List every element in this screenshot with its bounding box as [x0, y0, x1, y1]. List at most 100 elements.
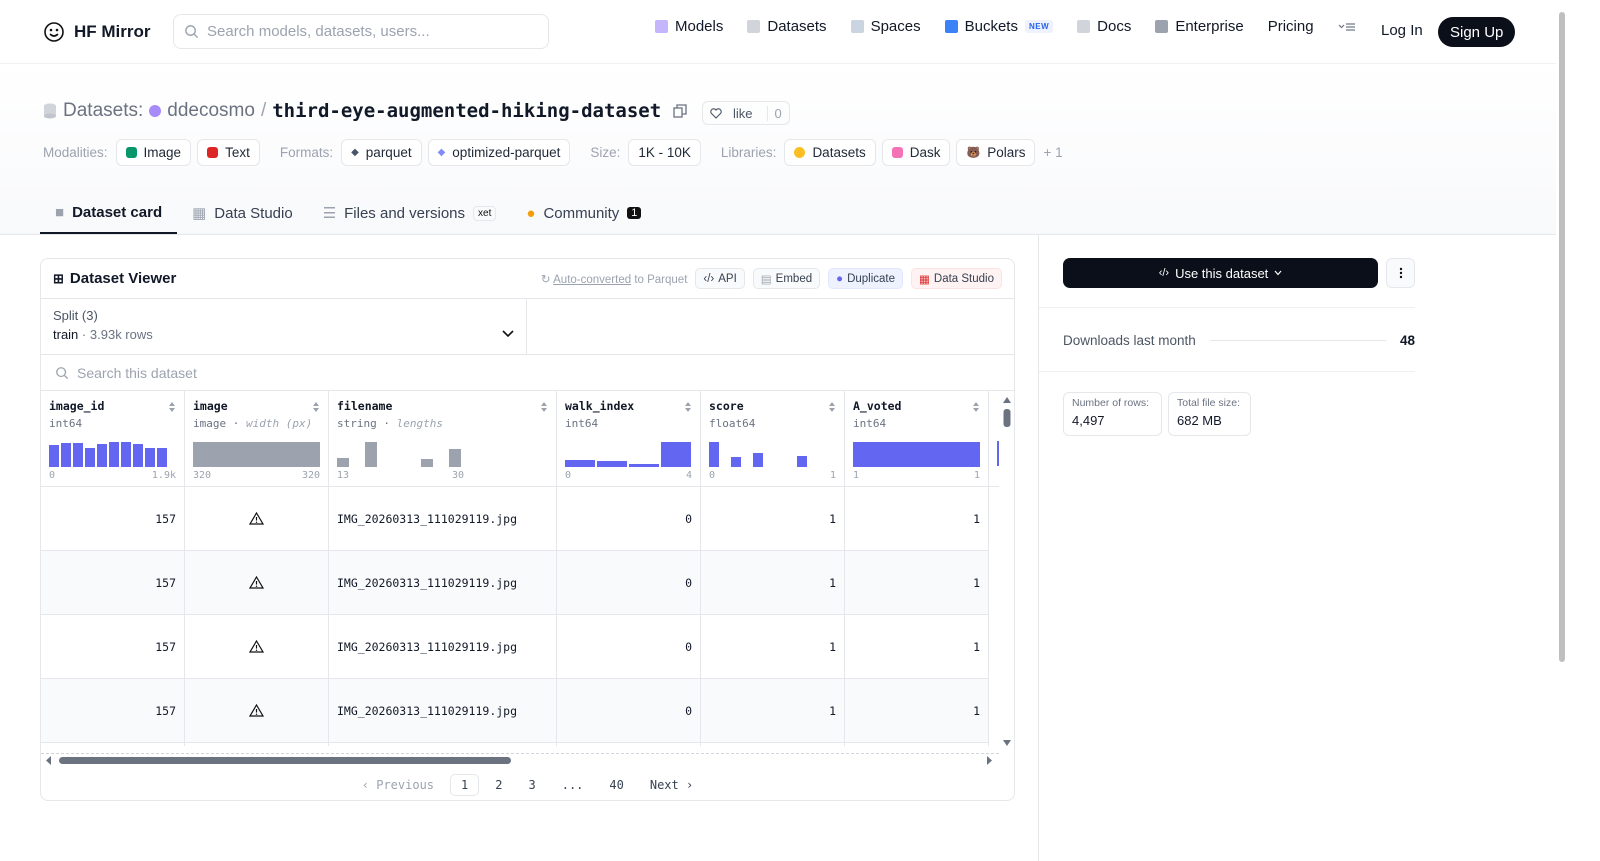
owner-link[interactable]: ddecosmo — [167, 100, 255, 122]
cell-score[interactable]: 1 — [701, 487, 844, 551]
nav-more-menu[interactable] — [1338, 21, 1356, 33]
split-select[interactable]: Split (3) train · 3.93k rows — [41, 299, 527, 354]
sort-icon[interactable] — [828, 401, 836, 413]
sort-icon[interactable] — [168, 401, 176, 413]
cell-a_voted[interactable]: 1 — [845, 551, 988, 615]
cell-walk_index[interactable]: 0 — [557, 551, 700, 615]
like-button[interactable]: like 0 — [702, 101, 790, 125]
tag-polars[interactable]: 🐻 Polars — [956, 139, 1036, 166]
files-icon: ☰ — [322, 205, 337, 222]
horizontal-scrollbar[interactable] — [41, 753, 999, 767]
tag-dask[interactable]: Dask — [881, 139, 951, 166]
dataset-icon — [44, 103, 56, 119]
prev-page-button[interactable]: ‹ Previous — [352, 775, 444, 795]
cell-image[interactable] — [185, 615, 328, 679]
nav-pricing[interactable]: Pricing — [1268, 18, 1314, 35]
tag-parquet[interactable]: ◆ parquet — [341, 139, 422, 166]
cell-score[interactable]: 1 — [701, 615, 844, 679]
tag-datasets-lib[interactable]: Datasets — [784, 139, 876, 166]
more-options-button[interactable] — [1386, 258, 1415, 288]
tag-datasets-lib-label: Datasets — [812, 145, 866, 160]
hf-emoji-icon — [794, 147, 806, 158]
global-search[interactable] — [173, 14, 549, 49]
next-page-button[interactable]: Next › — [640, 775, 703, 795]
cell-a_voted[interactable]: 1 — [845, 615, 988, 679]
cell-walk_index[interactable]: 0 — [557, 487, 700, 551]
tab-community[interactable]: ● Community 1 — [511, 192, 656, 234]
dataset-name[interactable]: third-eye-augmented-hiking-dataset — [272, 100, 661, 122]
data-studio-button[interactable]: ▦ Data Studio — [911, 268, 1002, 289]
sort-icon[interactable] — [540, 401, 548, 413]
cell-image_id[interactable]: 157 — [41, 551, 184, 615]
page-scroll-thumb[interactable] — [1559, 12, 1565, 662]
cell-filename[interactable]: IMG_20260313_111029119.jpg — [329, 551, 556, 615]
tab-data-studio[interactable]: ▦ Data Studio — [177, 192, 308, 234]
signup-button[interactable]: Sign Up — [1438, 17, 1516, 47]
column-header[interactable]: filename string · lengths 13 30 — [329, 391, 556, 487]
global-search-input[interactable] — [207, 23, 527, 40]
title-prefix[interactable]: Datasets: — [63, 100, 143, 122]
nav-spaces[interactable]: Spaces — [850, 18, 921, 35]
tag-text-label: Text — [225, 145, 250, 160]
column-header[interactable]: image image · width (px) 320 320 — [185, 391, 328, 487]
vertical-scrollbar[interactable] — [999, 391, 1014, 749]
nav-models-label: Models — [675, 18, 724, 35]
nav-docs[interactable]: Docs — [1077, 18, 1131, 35]
tag-text[interactable]: Text — [197, 139, 260, 166]
sort-icon[interactable] — [972, 401, 980, 413]
cell-score[interactable]: 1 — [701, 551, 844, 615]
cell-score[interactable]: 1 — [701, 679, 844, 743]
scroll-thumb[interactable] — [59, 757, 511, 764]
api-button[interactable]: ‹/› API — [695, 268, 745, 289]
pagination: ‹ Previous 1 2 3 ... 40 Next › — [41, 768, 1014, 800]
cell-image[interactable] — [185, 679, 328, 743]
nav-buckets[interactable]: Buckets NEW — [944, 18, 1054, 35]
tab-dataset-card-label: Dataset card — [72, 203, 163, 221]
embed-button[interactable]: ▤ Embed — [752, 268, 821, 289]
cell-image[interactable] — [185, 487, 328, 551]
cell-image_id[interactable]: 157 — [41, 615, 184, 679]
page-1[interactable]: 1 — [450, 774, 480, 796]
tag-image[interactable]: Image — [115, 139, 192, 166]
cell-a_voted[interactable]: 1 — [845, 487, 988, 551]
sort-icon[interactable] — [684, 401, 692, 413]
libraries-more[interactable]: + 1 — [1043, 145, 1062, 160]
cell-image_id[interactable]: 157 — [41, 487, 184, 551]
tag-optimized-parquet[interactable]: ◆ optimized-parquet — [427, 139, 571, 166]
owner-avatar[interactable] — [149, 105, 162, 117]
login-link[interactable]: Log In — [1381, 22, 1423, 39]
cell-image[interactable] — [185, 551, 328, 615]
cell-walk_index[interactable]: 0 — [557, 615, 700, 679]
tab-files-and-versions[interactable]: ☰ Files and versions xet — [308, 192, 512, 234]
page-3[interactable]: 3 — [518, 775, 545, 795]
cell-walk_index[interactable]: 0 — [557, 679, 700, 743]
dataset-search[interactable]: Search this dataset — [41, 355, 1014, 391]
nav-enterprise[interactable]: Enterprise — [1155, 18, 1244, 35]
nav-datasets[interactable]: Datasets — [747, 18, 827, 35]
duplicate-button[interactable]: ● Duplicate — [828, 268, 904, 289]
nav-models[interactable]: Models — [655, 18, 723, 35]
modalities-label: Modalities: — [43, 145, 108, 160]
page-40[interactable]: 40 — [599, 775, 633, 795]
auto-converted-link[interactable]: ↻ Auto-converted to Parquet — [541, 272, 687, 286]
column-header[interactable]: A_voted int64 1 1 — [845, 391, 988, 487]
column-type: float64 — [709, 417, 756, 430]
tab-dataset-card[interactable]: ■ Dataset card — [40, 192, 178, 234]
column-header[interactable]: walk_index int64 0 4 — [557, 391, 700, 487]
sort-icon[interactable] — [312, 401, 320, 413]
page-scrollbar[interactable] — [1556, 0, 1568, 861]
column-header[interactable]: score float64 0 1 — [701, 391, 844, 487]
cell-a_voted[interactable]: 1 — [845, 679, 988, 743]
cell-image_id[interactable]: 157 — [41, 679, 184, 743]
tag-size[interactable]: 1K - 10K — [628, 139, 701, 166]
column-header[interactable]: image_id int64 0 1.9k — [41, 391, 184, 487]
cell-filename[interactable]: IMG_20260313_111029119.jpg — [329, 487, 556, 551]
column-header[interactable] — [989, 391, 999, 487]
copy-icon[interactable] — [673, 104, 687, 118]
cell-filename[interactable]: IMG_20260313_111029119.jpg — [329, 615, 556, 679]
warning-icon — [249, 512, 264, 525]
logo[interactable]: HF Mirror — [42, 20, 151, 44]
use-this-dataset-button[interactable]: ‹/› Use this dataset — [1063, 258, 1378, 288]
cell-filename[interactable]: IMG_20260313_111029119.jpg — [329, 679, 556, 743]
page-2[interactable]: 2 — [485, 775, 512, 795]
